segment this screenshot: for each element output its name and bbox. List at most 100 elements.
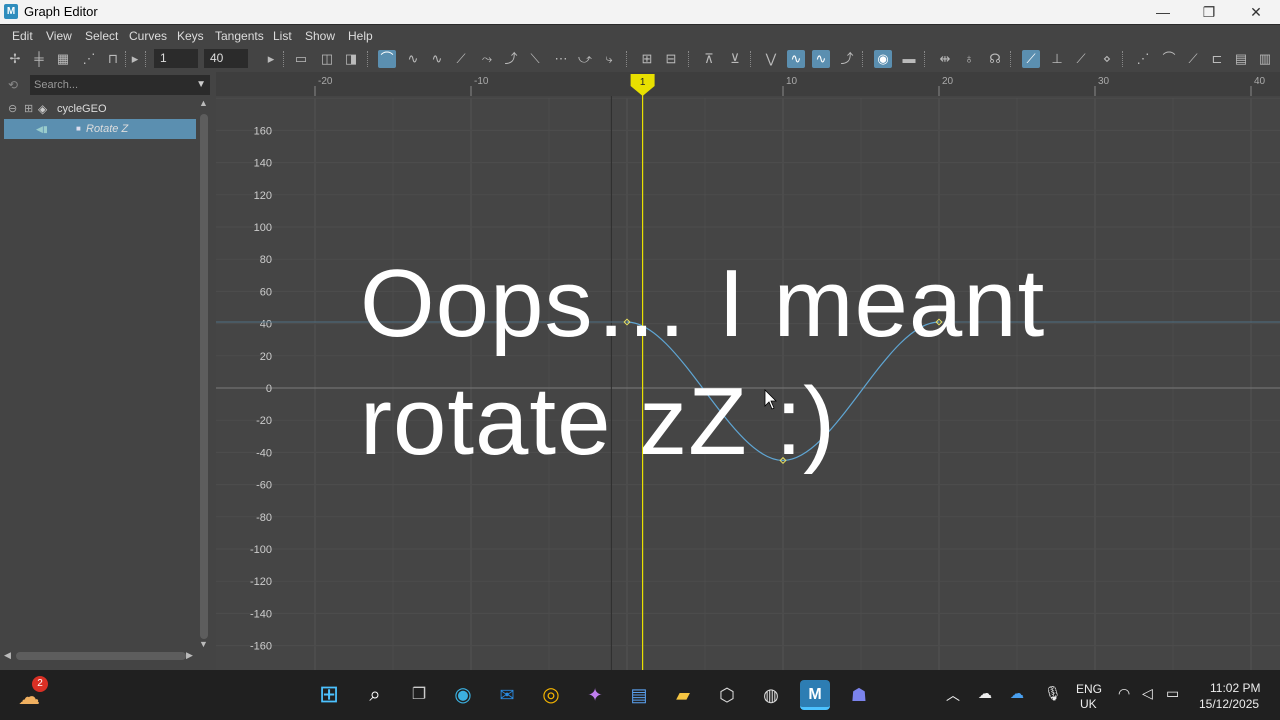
unity-icon[interactable]: ⬡ xyxy=(712,680,742,710)
sync-selection-icon[interactable]: ⟲ xyxy=(8,78,22,92)
menu-curves[interactable]: Curves xyxy=(129,29,167,43)
expand-box-icon[interactable]: ⊞ xyxy=(24,99,33,119)
trax-icon[interactable]: ▥ xyxy=(1256,50,1274,68)
scroll-thumb[interactable] xyxy=(16,652,186,660)
scroll-left-icon[interactable]: ◀ xyxy=(4,650,11,661)
frame-playback-icon[interactable]: ◨ xyxy=(342,50,360,68)
start-button-windows-icon[interactable]: ⊞ xyxy=(314,680,344,710)
scale-key-icon[interactable]: ╪ xyxy=(30,50,48,68)
onedrive-icon[interactable]: ☁ xyxy=(1010,685,1024,702)
copilot-icon[interactable]: ✦ xyxy=(580,680,610,710)
menu-edit[interactable]: Edit xyxy=(12,29,33,43)
stacked-view-icon[interactable]: ⟋ xyxy=(1022,50,1040,68)
task-view-icon[interactable]: ❐ xyxy=(404,680,434,710)
frame-all-icon[interactable]: ▭ xyxy=(292,50,310,68)
wifi-icon[interactable]: ◠ xyxy=(1118,685,1130,702)
curve-filter-icon[interactable]: ⋄ xyxy=(1098,50,1116,68)
outliner-horizontal-scrollbar[interactable]: ◀ ▶ xyxy=(4,650,194,662)
time-range-icon[interactable]: ⊓ xyxy=(104,50,122,68)
scroll-down-icon[interactable]: ▼ xyxy=(199,639,208,649)
input-region[interactable]: UK xyxy=(1080,697,1097,711)
menu-view[interactable]: View xyxy=(46,29,72,43)
unify-tangent-icon[interactable]: ⤻ xyxy=(576,50,594,68)
pre-infinity-icon[interactable]: ⋁ xyxy=(762,50,780,68)
battery-icon[interactable]: ▭ xyxy=(1166,685,1179,702)
outliner-vertical-scrollbar[interactable]: ▲ ▼ xyxy=(198,98,210,649)
retime-icon[interactable]: ⇹ xyxy=(936,50,954,68)
flat-tangent-icon[interactable]: ⤳ xyxy=(478,50,496,68)
free-weight-icon[interactable]: ⤷ xyxy=(600,50,618,68)
menu-keys[interactable]: Keys xyxy=(177,29,204,43)
clamped-tangent-icon[interactable]: ∿ xyxy=(428,50,446,68)
buffer-curve-icon[interactable]: ⊞ xyxy=(638,50,656,68)
scroll-right-icon[interactable]: ▶ xyxy=(186,650,193,661)
spline-tangent-icon[interactable]: ∿ xyxy=(404,50,422,68)
outlook-icon[interactable]: ✉ xyxy=(492,680,522,710)
volume-icon[interactable]: ◁ xyxy=(1142,685,1153,702)
menu-show[interactable]: Show xyxy=(305,29,335,43)
scroll-up-icon[interactable]: ▲ xyxy=(199,98,208,108)
file-explorer-icon[interactable]: ▰ xyxy=(668,680,698,710)
chevron-down-icon[interactable]: ▼ xyxy=(196,75,206,95)
menu-tangents[interactable]: Tangents xyxy=(215,29,264,43)
onedrive-offline-icon[interactable]: ☁ xyxy=(978,685,992,702)
weather-widget[interactable]: ☁ 2 xyxy=(16,676,50,712)
outliner-item-cyclegeo[interactable]: ⊖ ⊞ ◈ cycleGEO xyxy=(4,99,196,119)
auto-tangent-icon[interactable]: ⌒ xyxy=(378,50,396,68)
obs-icon[interactable]: ◍ xyxy=(756,680,786,710)
input-language[interactable]: ENG xyxy=(1076,682,1102,696)
outliner-item-rotate-z[interactable]: ◀▮ ■ Rotate Z xyxy=(4,119,196,139)
normalized-view-icon[interactable]: ⊥ xyxy=(1048,50,1066,68)
store-icon[interactable]: ▤ xyxy=(624,680,654,710)
graph-view[interactable]: -20 -10 10 20 30 40 160 140 120 100 80 60 40 20 0 -20 -4… xyxy=(216,72,1280,670)
menu-help[interactable]: Help xyxy=(348,29,373,43)
lattice-icon[interactable]: ▦ xyxy=(54,50,72,68)
microphone-icon[interactable]: 🎙 xyxy=(1044,685,1062,702)
dope-sheet-icon[interactable]: ▤ xyxy=(1232,50,1250,68)
plateau-tangent-icon[interactable]: ⟍ xyxy=(526,50,544,68)
graph-canvas[interactable]: -20 -10 10 20 30 40 160 140 120 100 80 60 40 20 0 -20 -4… xyxy=(216,72,1280,670)
end-frame-field[interactable] xyxy=(204,49,248,68)
smooth-icon[interactable]: ⌒ xyxy=(1160,50,1178,68)
denormalize-icon[interactable]: ⊻ xyxy=(726,50,744,68)
scroll-thumb[interactable] xyxy=(200,114,208,639)
value-snap-icon[interactable]: ▬ xyxy=(900,50,918,68)
break-tangent-icon[interactable]: ⋯ xyxy=(552,50,570,68)
channel-lock-icon[interactable]: ◀▮ xyxy=(36,119,48,139)
frame-selection-icon[interactable]: ◫ xyxy=(318,50,336,68)
edge-icon[interactable]: ◉ xyxy=(448,680,478,710)
show-hidden-icons-chevron-icon[interactable]: ︿ xyxy=(946,685,960,705)
menu-list[interactable]: List xyxy=(273,29,292,43)
cycle-icon[interactable]: ∿ xyxy=(787,50,805,68)
clock-date[interactable]: 15/12/2025 xyxy=(1199,697,1259,711)
normalize-icon[interactable]: ⊼ xyxy=(700,50,718,68)
menu-select[interactable]: Select xyxy=(85,29,118,43)
minimize-button[interactable]: — xyxy=(1140,0,1186,24)
simplify-icon[interactable]: ⟋ xyxy=(1184,50,1202,68)
teams-icon[interactable]: ☗ xyxy=(844,680,874,710)
clock-time[interactable]: 11:02 PM xyxy=(1210,681,1260,695)
insert-key-icon[interactable]: ⋰ xyxy=(80,50,98,68)
maximize-button[interactable]: ❐ xyxy=(1186,0,1232,24)
move-key-icon[interactable]: ✢ xyxy=(6,50,24,68)
play-range-icon[interactable]: ▸ xyxy=(262,50,280,68)
close-button[interactable]: ✕ xyxy=(1233,0,1279,24)
play-forward-icon[interactable]: ▸ xyxy=(126,50,144,68)
start-frame-field[interactable] xyxy=(154,49,198,68)
pin-channel-icon[interactable]: ☊ xyxy=(986,50,1004,68)
search-icon[interactable]: ⌕ xyxy=(360,680,390,710)
ghost-curve-icon[interactable]: ♁ xyxy=(960,50,978,68)
euler-filter-icon[interactable]: ⊏ xyxy=(1208,50,1226,68)
collapse-icon[interactable]: ⊖ xyxy=(8,99,17,119)
time-snap-icon[interactable]: ◉ xyxy=(874,50,892,68)
chrome-icon[interactable]: ◎ xyxy=(536,680,566,710)
search-input[interactable]: Search... ▼ xyxy=(30,75,210,95)
step-tangent-icon[interactable]: ⤴ xyxy=(502,50,520,68)
swap-buffer-icon[interactable]: ⊟ xyxy=(662,50,680,68)
cycle-offset-icon[interactable]: ∿ xyxy=(812,50,830,68)
maya-taskbar-icon[interactable]: M xyxy=(800,680,830,710)
post-infinity-icon[interactable]: ⤴ xyxy=(838,50,856,68)
absolute-view-icon[interactable]: ⟋ xyxy=(1072,50,1090,68)
bake-icon[interactable]: ⋰ xyxy=(1134,50,1152,68)
linear-tangent-icon[interactable]: ⟋ xyxy=(452,50,470,68)
